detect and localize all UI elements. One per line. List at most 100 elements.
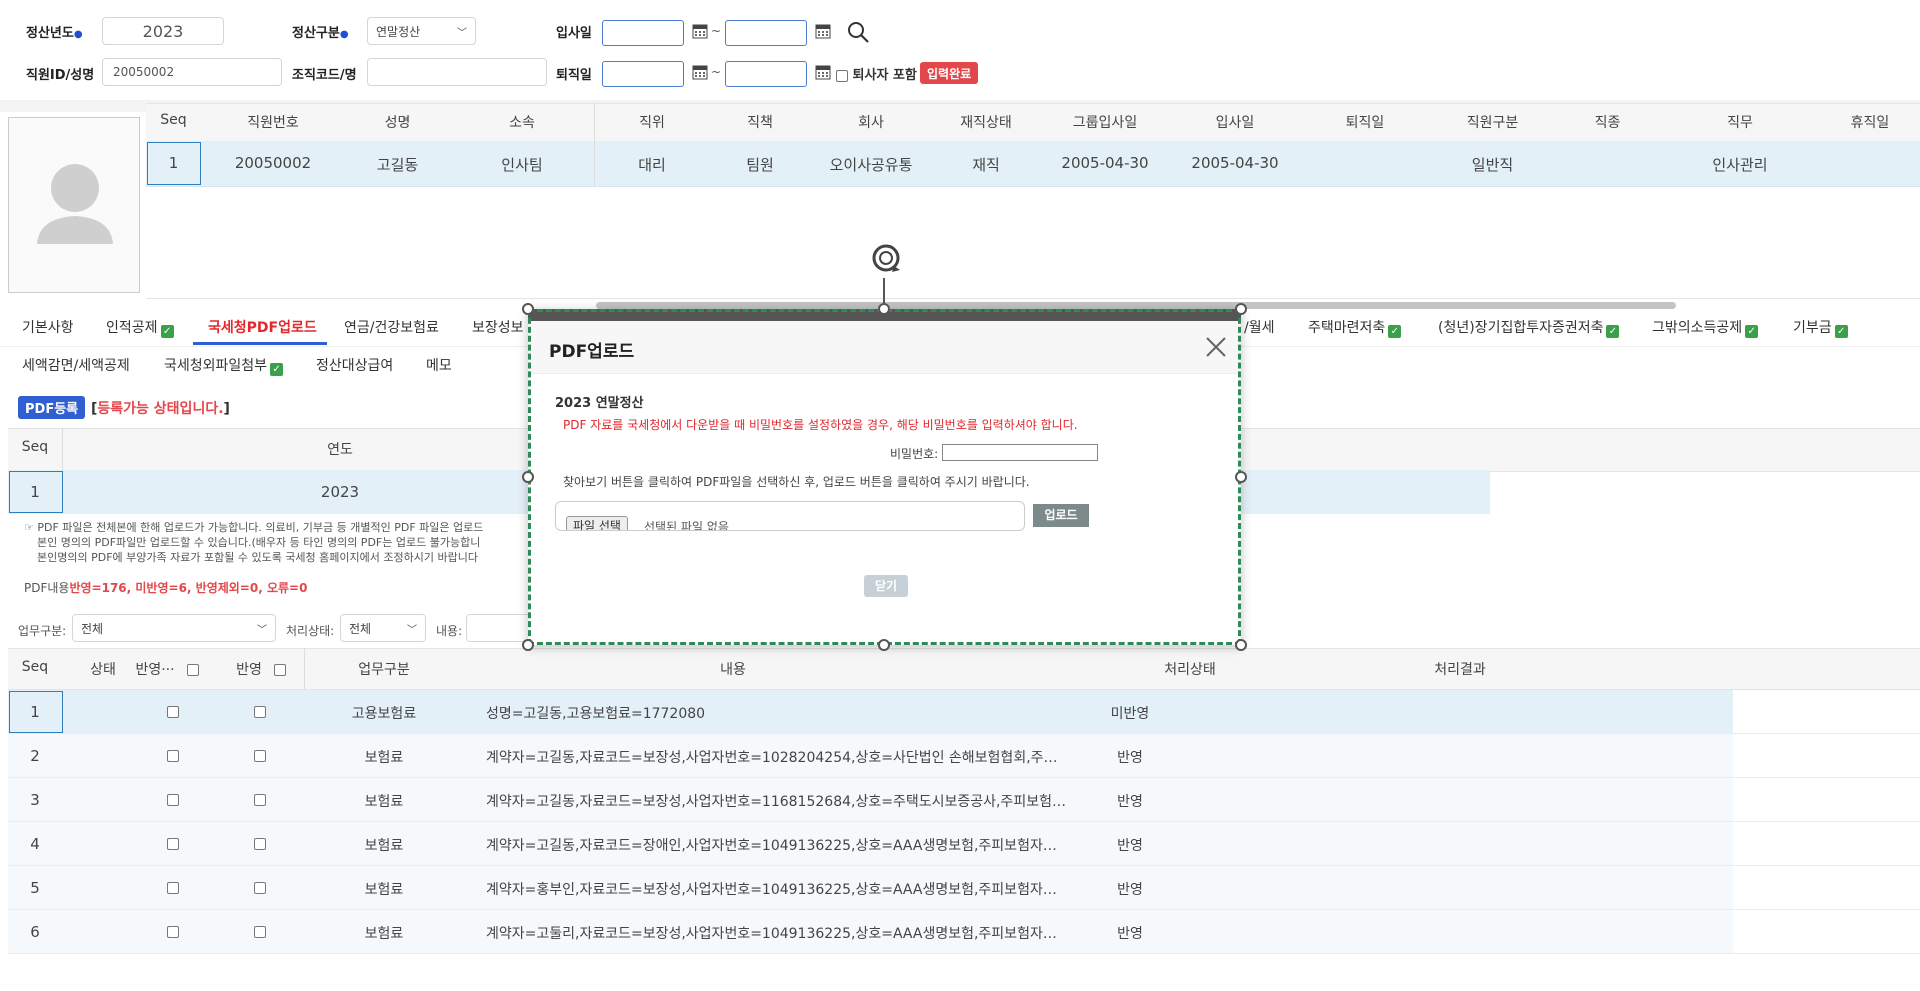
content-filter-label: 내용: <box>436 624 463 638</box>
tab-item[interactable]: 보장성보 <box>472 317 524 337</box>
retire-date-to-input[interactable] <box>725 61 807 87</box>
tab-item[interactable]: 연금/건강보험료 <box>344 317 439 337</box>
pdf-register-button[interactable]: PDF등록 <box>18 396 86 419</box>
tab-item[interactable]: /월세 <box>1244 317 1274 337</box>
tab-item[interactable]: 인적공제 ✓ <box>106 317 174 338</box>
employee-photo <box>8 117 140 293</box>
chevron-down-icon: ﹀ <box>407 624 417 636</box>
input-complete-badge[interactable]: 입력완료 <box>920 62 979 84</box>
tab-item[interactable]: 주택마련저축 ✓ <box>1308 317 1402 338</box>
row-checkbox[interactable] <box>167 882 179 894</box>
org-code-input[interactable] <box>367 58 547 86</box>
rotate-handle-icon[interactable] <box>866 242 906 278</box>
resize-handle-bottom-right[interactable] <box>1235 639 1247 651</box>
hire-date-to-input[interactable] <box>725 20 807 46</box>
resize-handle-left[interactable] <box>522 471 534 483</box>
detail-grid-header-label: 반영··· <box>135 662 175 678</box>
tab-item[interactable]: 정산대상급여 <box>316 355 393 375</box>
detail-grid-header-cell: 업무구분 <box>304 659 464 679</box>
employee-grid-header-cell: 퇴직일 <box>1345 115 1385 131</box>
calendar-icon[interactable] <box>815 23 831 39</box>
detail-grid-cell-status: 반영 <box>1117 794 1143 810</box>
calendar-icon[interactable] <box>692 23 708 39</box>
pdf-grid-cell-year: 2023 <box>320 483 360 501</box>
resize-handle-top-right[interactable] <box>1235 303 1247 315</box>
tab-label: 국세청외파일첨부 <box>164 358 268 374</box>
include-retired-option[interactable]: 퇴사자 포함 <box>836 64 917 83</box>
employee-grid-cell: 인사팀 <box>501 156 543 174</box>
resize-handle-right[interactable] <box>1235 471 1247 483</box>
tab-item[interactable]: 세액감면/세액공제 <box>22 355 130 375</box>
settlement-type-label: 정산구분● <box>292 26 349 41</box>
hire-date-from-input[interactable] <box>602 20 684 46</box>
row-divider <box>8 953 1920 954</box>
calendar-icon[interactable] <box>815 64 831 80</box>
row-checkbox[interactable] <box>254 750 266 762</box>
tab-item[interactable]: 기본사항 <box>22 317 74 337</box>
active-tab-underline <box>193 342 327 345</box>
biz-filter-label: 업무구분: <box>18 624 67 638</box>
calendar-icon[interactable] <box>692 64 708 80</box>
status-filter-select[interactable]: 전체 ﹀ <box>340 614 426 642</box>
row-checkbox[interactable] <box>254 926 266 938</box>
detail-grid-cell-biz: 보험료 <box>364 926 404 942</box>
detail-grid-header-cell: 처리상태 <box>1000 659 1380 679</box>
row-checkbox[interactable] <box>254 706 266 718</box>
detail-grid-cell-seq: 6 <box>30 923 40 941</box>
avatar-icon <box>37 164 113 244</box>
row-checkbox[interactable] <box>167 706 179 718</box>
tab-item[interactable]: (청년)장기집합투자증권저축 ✓ <box>1438 317 1620 338</box>
detail-grid-cell-status: 반영 <box>1117 838 1143 854</box>
include-retired-checkbox[interactable] <box>836 69 848 82</box>
employee-grid-cell: 인사관리 <box>1712 156 1768 174</box>
employee-grid-cell: 2005-04-30 <box>1191 154 1279 172</box>
settlement-type-select[interactable]: 연말정산 ﹀ <box>367 17 476 45</box>
row-checkbox[interactable] <box>254 882 266 894</box>
detail-grid-cell-content: 계약자=고길동,자료코드=보장성,사업자번호=1028204254,상호=사단법… <box>486 750 1066 766</box>
pdf-grid-header-year: 연도 <box>327 442 353 458</box>
tab-label: 세액감면/세액공제 <box>22 358 130 374</box>
row-checkbox[interactable] <box>167 926 179 938</box>
tab-label: 정산대상급여 <box>316 358 394 374</box>
employee-grid-cell: 2005-04-30 <box>1061 154 1149 172</box>
resize-handle-bottom[interactable] <box>878 639 890 651</box>
detail-grid-cell-seq: 4 <box>30 835 40 853</box>
header-select-all-checkbox[interactable] <box>273 664 286 676</box>
check-icon: ✓ <box>1834 325 1848 338</box>
employee-input[interactable]: 20050002 <box>102 58 282 86</box>
pdf-status-text: [등록가능 상태입니다.] <box>91 401 230 417</box>
biz-filter-select[interactable]: 전체 ﹀ <box>72 614 276 642</box>
tab-item[interactable]: 그밖의소득공제 ✓ <box>1652 317 1759 338</box>
tab-label: /월세 <box>1244 320 1275 336</box>
hire-date-label: 입사일 <box>556 26 592 41</box>
row-checkbox[interactable] <box>167 750 179 762</box>
tab-label: 보장성보 <box>472 320 524 336</box>
detail-grid-cell-biz: 보험료 <box>364 838 404 854</box>
resize-handle-bottom-left[interactable] <box>522 639 534 651</box>
detail-grid-header-cell: 상태 <box>76 659 130 679</box>
search-icon[interactable] <box>846 20 870 44</box>
resize-handle-top-left[interactable] <box>522 303 534 315</box>
tab-label: 기본사항 <box>22 320 74 336</box>
detail-grid-cell-seq: 5 <box>30 879 40 897</box>
detail-grid-cell-content: 계약자=고길동,자료코드=장애인,사업자번호=1049136225,상호=AAA… <box>486 838 1066 854</box>
row-checkbox[interactable] <box>254 794 266 806</box>
retire-date-from-input[interactable] <box>602 61 684 87</box>
tab-item[interactable]: 국세청PDF업로드 <box>208 317 317 337</box>
resize-handle-top[interactable] <box>878 303 890 315</box>
row-checkbox[interactable] <box>254 838 266 850</box>
employee-grid-header-cell: 입사일 <box>1215 115 1255 131</box>
year-input[interactable]: 2023 <box>102 17 224 45</box>
detail-grid-cell-status: 반영 <box>1117 926 1143 942</box>
tab-item[interactable]: 기부금 ✓ <box>1793 317 1848 338</box>
tab-item[interactable]: 국세청외파일첨부 ✓ <box>164 355 284 376</box>
row-checkbox[interactable] <box>167 838 179 850</box>
row-checkbox[interactable] <box>167 794 179 806</box>
horizontal-scrollbar[interactable] <box>596 302 1676 309</box>
range-tilde: ~ <box>711 24 722 38</box>
content-filter-input[interactable] <box>466 614 536 642</box>
employee-grid-header-cell: 휴직일 <box>1850 115 1890 131</box>
tab-item[interactable]: 메모 <box>426 355 452 375</box>
employee-grid-header-cell: 소속 <box>509 115 535 131</box>
header-select-all-checkbox[interactable] <box>186 664 199 676</box>
